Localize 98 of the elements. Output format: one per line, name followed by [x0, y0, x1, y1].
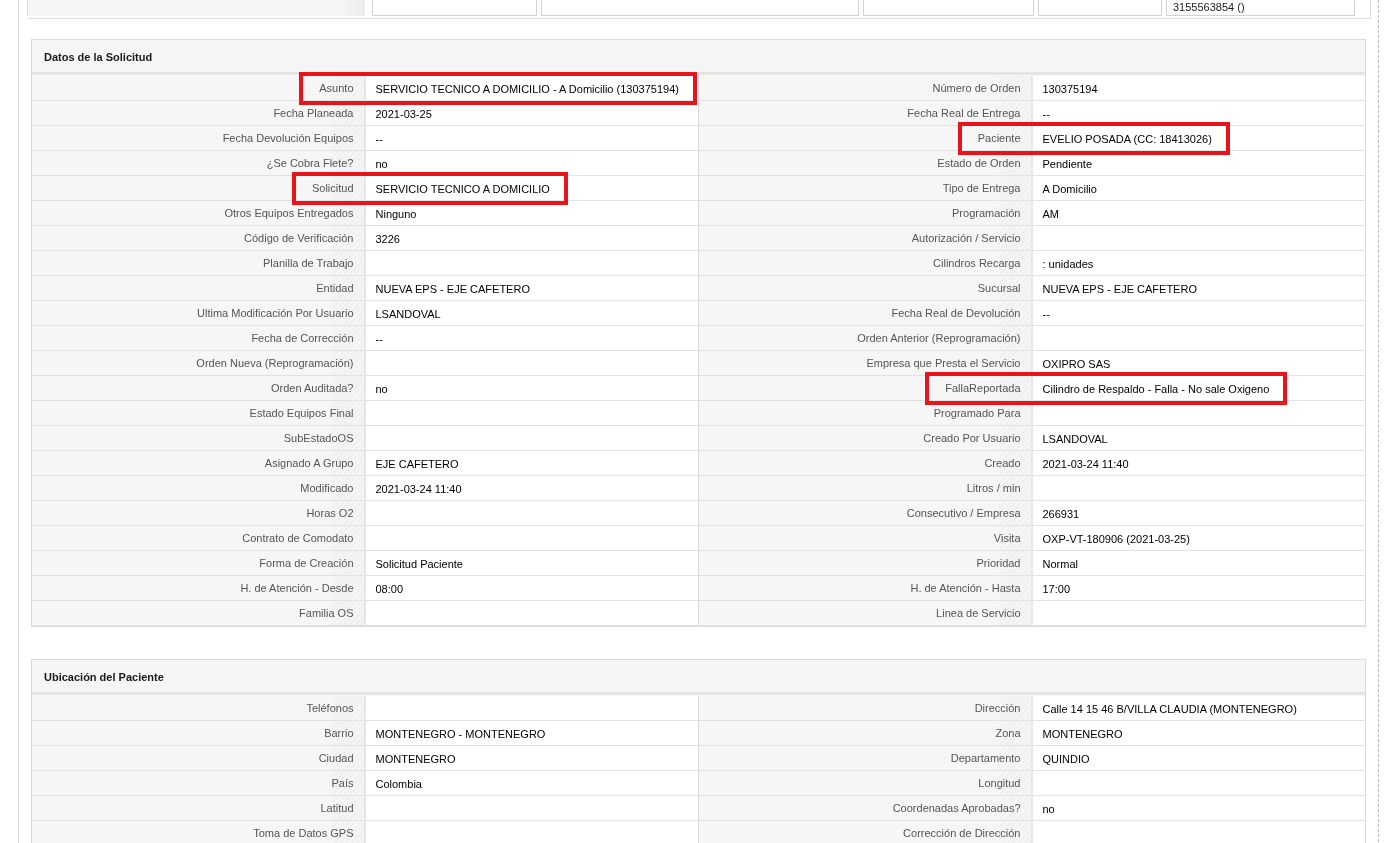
field-label: Empresa que Presta el Servicio — [699, 351, 1033, 376]
section-title: Ubicación del Paciente — [32, 660, 1366, 696]
field-label: Departamento — [699, 746, 1033, 771]
field-value: Normal — [1042, 557, 1078, 573]
field-label: Planilla de Trabajo — [32, 251, 366, 276]
field-label: FallaReportada — [699, 376, 1033, 401]
field-label: Tipo de Entrega — [699, 176, 1033, 201]
field-value: Ninguno — [375, 207, 417, 223]
field-label: Fecha Real de Devolución — [699, 301, 1033, 326]
field-label: Modificado — [32, 476, 366, 501]
field-label: Coordenadas Aprobadas? — [699, 796, 1033, 821]
field-value: 266931 — [1042, 507, 1080, 523]
field-label: Zona — [699, 721, 1033, 746]
field-label: Latitud — [32, 796, 366, 821]
field-value: 2021-03-25 — [375, 107, 432, 123]
field-label: Programación — [699, 201, 1033, 226]
field-label: Ciudad — [32, 746, 366, 771]
field-label: Orden Anterior (Reprogramación) — [699, 326, 1033, 351]
field-label: Toma de Datos GPS — [32, 821, 366, 843]
field-label: Código de Verificación — [32, 226, 366, 251]
field-value: 3155563854 () — [1166, 0, 1355, 16]
field-value: 2021-03-24 11:40 — [1042, 457, 1129, 473]
field-label: Sucursal — [699, 276, 1033, 301]
field-value: LSANDOVAL — [1042, 432, 1108, 448]
field-value: -- — [375, 132, 383, 148]
field-value: -- — [1042, 307, 1050, 323]
field-label: Autorización / Servicio — [699, 226, 1033, 251]
field-value: Pendiente — [1042, 157, 1093, 173]
field-label: Prioridad — [699, 551, 1033, 576]
field-label: Forma de Creación — [32, 551, 366, 576]
field-label: H. de Atención - Desde — [32, 576, 366, 601]
field-label: Familia OS — [32, 601, 366, 626]
field-value: 2021-03-24 11:40 — [375, 482, 462, 498]
field-value: no — [375, 157, 388, 173]
field-value: OXIPRO SAS — [1042, 357, 1111, 373]
field-value: Colombia — [375, 777, 422, 793]
field-label: Orden Auditada? — [32, 376, 366, 401]
field-value: EJE CAFETERO — [375, 457, 459, 473]
field-value: A Domicilio — [1042, 182, 1097, 198]
field-label: Asignado A Grupo — [32, 451, 366, 476]
field-label: Fecha de Corrección — [32, 326, 366, 351]
field-value: SERVICIO TECNICO A DOMICILIO - A Domicilio (130375194) — [375, 82, 679, 98]
field-label: Dirección — [699, 696, 1033, 721]
field-value: AM — [1042, 207, 1059, 223]
field-label: Fecha Planeada — [32, 101, 366, 126]
field-value: Calle 14 15 46 B/VILLA CLAUDIA (MONTENEGRO) — [1042, 702, 1297, 718]
field-label: Linea de Servicio — [699, 601, 1033, 626]
field-value: MONTENEGRO — [1042, 727, 1123, 743]
field-value: Solicitud Paciente — [375, 557, 463, 573]
field-value: LSANDOVAL — [375, 307, 441, 323]
field-value: -- — [1042, 107, 1050, 123]
field-value: 130375194 — [1042, 82, 1098, 98]
field-label: Litros / min — [699, 476, 1033, 501]
field-label: Número de Orden — [699, 76, 1033, 101]
field-label: Estado de Orden — [699, 151, 1033, 176]
field-value: no — [375, 382, 388, 398]
field-label: Contrato de Comodato — [32, 526, 366, 551]
field-value: no — [1042, 802, 1055, 818]
field-label: País — [32, 771, 366, 796]
field-value: MONTENEGRO — [375, 752, 456, 768]
field-value: OXP-VT-180906 (2021-03-25) — [1042, 532, 1190, 548]
field-value: SERVICIO TECNICO A DOMICILIO — [375, 182, 550, 198]
field-value: : unidades — [1042, 257, 1094, 273]
field-value: 17:00 — [1042, 582, 1071, 598]
field-label: Entidad — [32, 276, 366, 301]
field-label: Solicitud — [32, 176, 366, 201]
field-label: Estado Equipos Final — [32, 401, 366, 426]
field-label: Teléfonos — [32, 696, 366, 721]
field-value: NUEVA EPS - EJE CAFETERO — [1042, 282, 1197, 298]
field-value: MONTENEGRO - MONTENEGRO — [375, 727, 546, 743]
field-value: Cilindro de Respaldo - Falla - No sale Oxigeno — [1042, 382, 1270, 398]
field-label: Orden Nueva (Reprogramación) — [32, 351, 366, 376]
field-label: H. de Atención - Hasta — [699, 576, 1033, 601]
field-label: Visita — [699, 526, 1033, 551]
field-label: Barrio — [32, 721, 366, 746]
field-label: Cilindros Recarga — [699, 251, 1033, 276]
field-label: Otros Equipos Entregados — [32, 201, 366, 226]
field-label: Fecha Real de Entrega — [699, 101, 1033, 126]
section-title: Datos de la Solicitud — [32, 40, 1366, 76]
field-value: QUINDIO — [1042, 752, 1090, 768]
field-label: Programado Para — [699, 401, 1033, 426]
field-label: Creado — [699, 451, 1033, 476]
field-label: Creado Por Usuario — [699, 426, 1033, 451]
field-label: Longitud — [699, 771, 1033, 796]
field-label: Fecha Devolución Equipos — [32, 126, 366, 151]
field-label: Paciente — [699, 126, 1033, 151]
field-label: Ultima Modificación Por Usuario — [32, 301, 366, 326]
field-value: NUEVA EPS - EJE CAFETERO — [375, 282, 530, 298]
field-label: Consecutivo / Empresa — [699, 501, 1033, 526]
field-value: 08:00 — [375, 582, 404, 598]
field-label: SubEstadoOS — [32, 426, 366, 451]
field-value: EVELIO POSADA (CC: 18413026) — [1042, 132, 1212, 148]
field-value: 3226 — [375, 232, 400, 248]
field-label: ¿Se Cobra Flete? — [32, 151, 366, 176]
field-value: -- — [375, 332, 383, 348]
field-label: Horas O2 — [32, 501, 366, 526]
field-label: Asunto — [32, 76, 366, 101]
field-label: Corrección de Dirección — [699, 821, 1033, 843]
